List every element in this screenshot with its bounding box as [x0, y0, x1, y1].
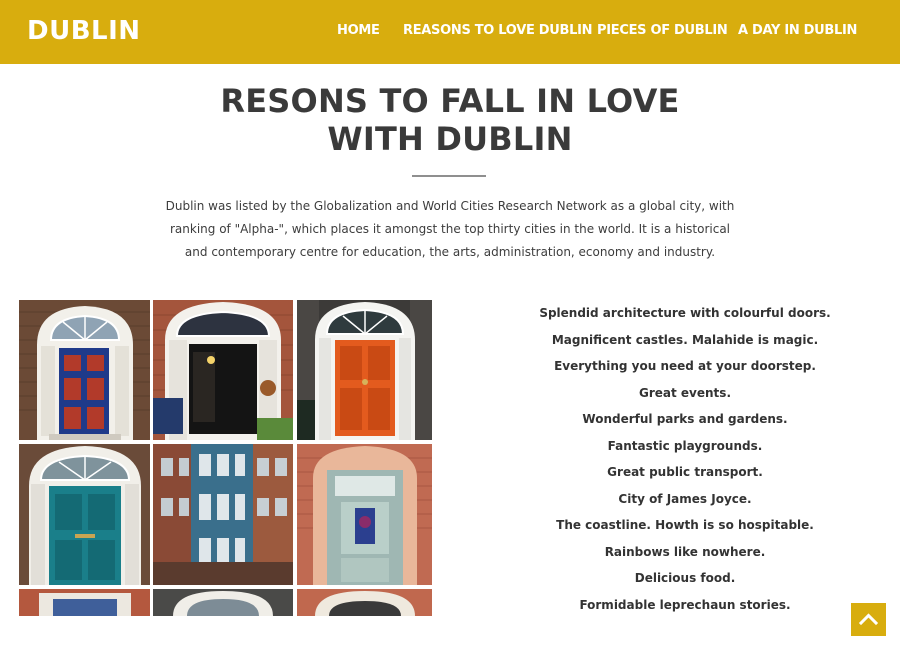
list-item: The coastline. Howth is so hospitable.	[556, 518, 814, 532]
list-item: Splendid architecture with colourful doo…	[539, 306, 831, 320]
list-item: Formidable leprechaun stories.	[579, 597, 791, 612]
intro-line-2: ranking of "Alpha-", which places it amo…	[169, 222, 731, 236]
list-item: Delicious food.	[634, 571, 736, 585]
door-photo-black	[153, 300, 293, 440]
door-photo-orange	[297, 300, 432, 440]
intro-line-3: and contemporary centre for education, t…	[184, 245, 716, 259]
back-to-top-button[interactable]	[851, 603, 886, 636]
list-item: Magnificent castles. Malahide is magic.	[551, 332, 819, 347]
door-photo-partial-2	[153, 589, 293, 616]
chevron-up-icon	[858, 613, 879, 626]
list-item: City of James Joyce.	[618, 491, 752, 506]
reasons-list: Splendid architecture with colourful doo…	[530, 300, 840, 618]
door-photo-gallery	[19, 300, 432, 616]
page-title: RESONS TO FALL IN LOVE WITH DUBLIN	[150, 82, 750, 158]
list-item: Everything you need at your doorstep.	[554, 359, 816, 373]
title-divider	[412, 175, 486, 177]
list-item: Wonderful parks and gardens.	[582, 412, 788, 426]
title-line-1: RESONS TO FALL IN LOVE	[220, 82, 680, 120]
building-facade-photo	[153, 444, 293, 585]
title-line-2: WITH DUBLIN	[327, 120, 573, 158]
nav-a-day-in-dublin[interactable]: A DAY IN DUBLIN	[738, 23, 857, 38]
door-photo-partial-1	[19, 589, 150, 616]
intro-paragraph: Dublin was listed by the Globalization a…	[165, 195, 735, 264]
intro-line-1: Dublin was listed by the Globalization a…	[165, 199, 735, 213]
door-photo-partial-3	[297, 589, 432, 616]
nav-home[interactable]: HOME	[337, 23, 380, 38]
door-photo-blue	[19, 300, 150, 440]
list-item: Great public transport.	[607, 465, 763, 479]
list-item: Fantastic playgrounds.	[607, 438, 763, 453]
nav-reasons-to-love-dublin[interactable]: REASONS TO LOVE DUBLIN	[403, 23, 593, 38]
top-navbar: DUBLIN HOME REASONS TO LOVE DUBLIN PIECE…	[0, 0, 900, 64]
nav-pieces-of-dublin[interactable]: PIECES OF DUBLIN	[597, 23, 728, 38]
door-photo-teal	[19, 444, 150, 585]
list-item: Rainbows like nowhere.	[604, 544, 766, 559]
door-photo-stained-glass	[297, 444, 432, 585]
site-logo[interactable]: DUBLIN	[27, 16, 141, 46]
list-item: Great events.	[639, 385, 731, 400]
